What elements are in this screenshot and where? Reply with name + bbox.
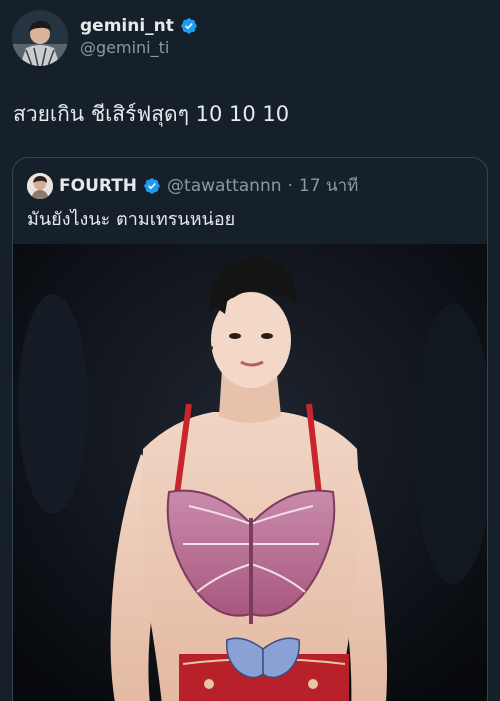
author-avatar[interactable] bbox=[12, 10, 68, 66]
author-handle[interactable]: @gemini_ti bbox=[80, 38, 198, 58]
quoted-tweet-header: FOURTH @tawattannn · 17 นาที bbox=[27, 172, 358, 199]
quoted-author-display-name[interactable]: FOURTH bbox=[59, 176, 137, 196]
photo-media-icon bbox=[13, 244, 487, 701]
quoted-media[interactable] bbox=[13, 244, 487, 701]
quoted-author-handle[interactable]: @tawattannn bbox=[167, 176, 281, 196]
verified-badge-icon bbox=[181, 18, 197, 34]
quoted-tweet-text: มันยังไงนะ ตามเทรนหน่อย bbox=[27, 209, 236, 230]
user-avatar-icon bbox=[27, 172, 53, 199]
verified-badge-icon bbox=[144, 177, 160, 194]
user-avatar-icon bbox=[12, 10, 68, 66]
tweet-text: สวยเกิน ชีเสิร์ฟสุดๆ 10 10 10 bbox=[13, 102, 290, 126]
author-info[interactable]: gemini_nt @gemini_ti bbox=[80, 16, 198, 58]
quoted-author-avatar[interactable] bbox=[27, 172, 53, 199]
quoted-timestamp[interactable]: 17 นาที bbox=[299, 172, 358, 199]
author-display-name[interactable]: gemini_nt bbox=[80, 16, 174, 36]
tweet-card[interactable]: gemini_nt @gemini_ti สวยเกิน ชีเสิร์ฟสุด… bbox=[0, 0, 500, 701]
quoted-tweet[interactable]: FOURTH @tawattannn · 17 นาที มันยังไงนะ … bbox=[12, 157, 488, 701]
quoted-separator: · bbox=[287, 175, 293, 196]
